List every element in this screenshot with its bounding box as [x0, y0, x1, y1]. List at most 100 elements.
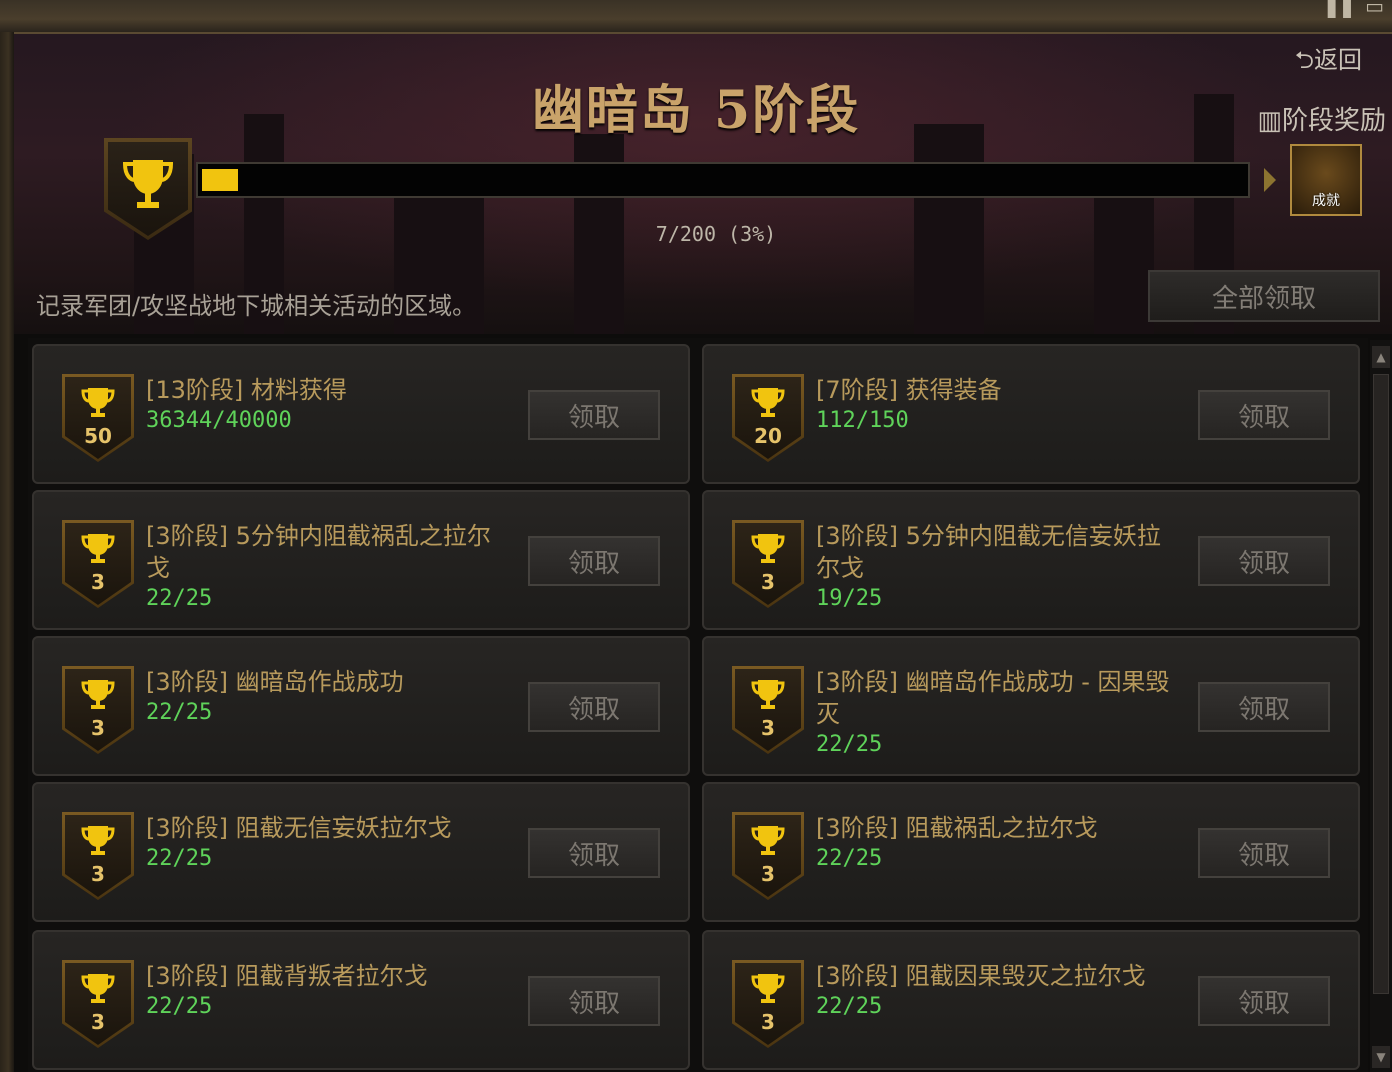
- achievement-title-block: [3阶段] 阻截背叛者拉尔戈 22/25: [146, 960, 506, 1022]
- scroll-thumb[interactable]: [1373, 374, 1389, 994]
- achievement-card: 50 [13阶段] 材料获得 36344/40000 领取: [32, 344, 690, 484]
- achievement-progress: 22/25: [146, 700, 213, 725]
- achievement-list: 50 [13阶段] 材料获得 36344/40000 领取 20 [7阶段] 获得装备 11…: [28, 338, 1368, 1072]
- claim-button[interactable]: 领取: [1198, 976, 1330, 1026]
- claim-button[interactable]: 领取: [1198, 828, 1330, 878]
- achievement-title: [3阶段] 阻截背叛者拉尔戈: [146, 962, 428, 990]
- page-title: 幽暗岛 5阶段: [531, 80, 861, 141]
- achievement-badge: 3: [732, 520, 804, 608]
- achievement-title-block: [3阶段] 阻截无信妄妖拉尔戈 22/25: [146, 812, 506, 874]
- scroll-down-icon[interactable]: ▼: [1372, 1046, 1390, 1068]
- scroll-up-icon[interactable]: ▲: [1372, 346, 1390, 368]
- claim-all-button[interactable]: 全部领取: [1148, 270, 1380, 322]
- achievement-progress: 22/25: [146, 994, 213, 1019]
- stage-reward-label: ▥阶段奖励: [1257, 106, 1386, 136]
- achievement-card: 3 [3阶段] 阻截祸乱之拉尔戈 22/25 领取: [702, 782, 1360, 922]
- achievement-progress: 19/25: [816, 586, 883, 611]
- claim-button[interactable]: 领取: [528, 390, 660, 440]
- trophy-icon: [751, 972, 785, 1010]
- achievement-points: 3: [91, 862, 105, 886]
- stage-progress-fill: [202, 169, 238, 191]
- back-button[interactable]: ⮌返回: [1295, 40, 1362, 84]
- achievement-badge: 3: [62, 812, 134, 900]
- achievement-badge: 3: [732, 960, 804, 1048]
- trophy-icon: [81, 532, 115, 570]
- achievement-card: 3 [3阶段] 5分钟内阻截祸乱之拉尔戈 22/25 领取: [32, 490, 690, 630]
- achievement-points: 3: [761, 716, 775, 740]
- achievement-points: 3: [91, 570, 105, 594]
- claim-button[interactable]: 领取: [1198, 682, 1330, 732]
- achievement-badge: 3: [732, 666, 804, 754]
- achievement-points: 20: [754, 424, 782, 448]
- achievement-progress: 22/25: [816, 994, 883, 1019]
- claim-button[interactable]: 领取: [528, 682, 660, 732]
- trophy-icon: [81, 678, 115, 716]
- trophy-icon: [751, 532, 785, 570]
- achievement-title: [3阶段] 5分钟内阻截祸乱之拉尔戈: [146, 522, 491, 582]
- trophy-icon: [751, 678, 785, 716]
- list-scrollbar[interactable]: ▲ ▼: [1370, 340, 1392, 1072]
- achievement-points: 3: [91, 1010, 105, 1034]
- window-corner-glyph: ▌▌ ▭: [1327, 0, 1384, 18]
- achievement-title: [3阶段] 阻截无信妄妖拉尔戈: [146, 814, 452, 842]
- achievement-progress: 22/25: [816, 732, 883, 757]
- achievement-title-block: [7阶段] 获得装备 112/150: [816, 374, 1176, 436]
- achievement-title: [3阶段] 阻截祸乱之拉尔戈: [816, 814, 1098, 842]
- achievement-card: 3 [3阶段] 阻截背叛者拉尔戈 22/25 领取: [32, 930, 690, 1070]
- progress-text: 7/200 (3%): [655, 222, 777, 246]
- achievement-badge: 20: [732, 374, 804, 462]
- trophy-icon: [81, 972, 115, 1010]
- stage-progress-bar: [196, 162, 1250, 198]
- claim-button[interactable]: 领取: [528, 828, 660, 878]
- claim-button[interactable]: 领取: [1198, 390, 1330, 440]
- achievement-progress: 22/25: [816, 846, 883, 871]
- achievement-title: [3阶段] 5分钟内阻截无信妄妖拉尔戈: [816, 522, 1161, 582]
- achievement-title-block: [3阶段] 幽暗岛作战成功 - 因果毁灭 22/25: [816, 666, 1176, 760]
- arrow-right-icon: [1264, 168, 1276, 192]
- achievement-title: [3阶段] 幽暗岛作战成功 - 因果毁灭: [816, 668, 1170, 728]
- achievement-badge: 3: [62, 520, 134, 608]
- achievement-title: [13阶段] 材料获得: [146, 376, 347, 404]
- achievement-progress: 22/25: [146, 846, 213, 871]
- achievement-points: 3: [761, 1010, 775, 1034]
- chest-label: 成就: [1312, 193, 1340, 209]
- achievement-chest-button[interactable]: 成就: [1290, 144, 1362, 216]
- achievement-progress: 22/25: [146, 586, 213, 611]
- achievement-badge: 3: [62, 666, 134, 754]
- top-frame-strip: ▌▌ ▭: [0, 0, 1392, 34]
- achievement-card: 20 [7阶段] 获得装备 112/150 领取: [702, 344, 1360, 484]
- achievement-title: [3阶段] 阻截因果毁灭之拉尔戈: [816, 962, 1146, 990]
- achievement-points: 3: [761, 570, 775, 594]
- achievement-title-block: [3阶段] 幽暗岛作战成功 22/25: [146, 666, 506, 728]
- left-frame-edge: [0, 32, 14, 1072]
- achievement-points: 3: [91, 716, 105, 740]
- trophy-icon: [751, 824, 785, 862]
- achievement-progress: 36344/40000: [146, 408, 292, 433]
- achievement-progress: 112/150: [816, 408, 909, 433]
- trophy-icon: [81, 386, 115, 424]
- achievement-title: [7阶段] 获得装备: [816, 376, 1002, 404]
- claim-button[interactable]: 领取: [528, 976, 660, 1026]
- achievement-card: 3 [3阶段] 幽暗岛作战成功 - 因果毁灭 22/25 领取: [702, 636, 1360, 776]
- claim-button[interactable]: 领取: [1198, 536, 1330, 586]
- trophy-icon: [751, 386, 785, 424]
- achievement-title-block: [13阶段] 材料获得 36344/40000: [146, 374, 506, 436]
- achievement-card: 3 [3阶段] 阻截因果毁灭之拉尔戈 22/25 领取: [702, 930, 1360, 1070]
- area-description: 记录军团/攻坚战地下城相关活动的区域。: [36, 292, 477, 320]
- achievement-card: 3 [3阶段] 5分钟内阻截无信妄妖拉尔戈 19/25 领取: [702, 490, 1360, 630]
- claim-button[interactable]: 领取: [528, 536, 660, 586]
- achievement-card: 3 [3阶段] 阻截无信妄妖拉尔戈 22/25 领取: [32, 782, 690, 922]
- achievement-badge: 50: [62, 374, 134, 462]
- achievement-card: 3 [3阶段] 幽暗岛作战成功 22/25 领取: [32, 636, 690, 776]
- achievement-title-block: [3阶段] 阻截因果毁灭之拉尔戈 22/25: [816, 960, 1176, 1022]
- achievement-title-block: [3阶段] 5分钟内阻截无信妄妖拉尔戈 19/25: [816, 520, 1176, 614]
- achievement-title-block: [3阶段] 5分钟内阻截祸乱之拉尔戈 22/25: [146, 520, 506, 614]
- achievement-badge: 3: [732, 812, 804, 900]
- achievement-points: 3: [761, 862, 775, 886]
- achievement-points: 50: [84, 424, 112, 448]
- gift-icon: ▥: [1257, 106, 1282, 136]
- achievement-title: [3阶段] 幽暗岛作战成功: [146, 668, 404, 696]
- trophy-icon: [81, 824, 115, 862]
- achievement-title-block: [3阶段] 阻截祸乱之拉尔戈 22/25: [816, 812, 1176, 874]
- achievement-badge: 3: [62, 960, 134, 1048]
